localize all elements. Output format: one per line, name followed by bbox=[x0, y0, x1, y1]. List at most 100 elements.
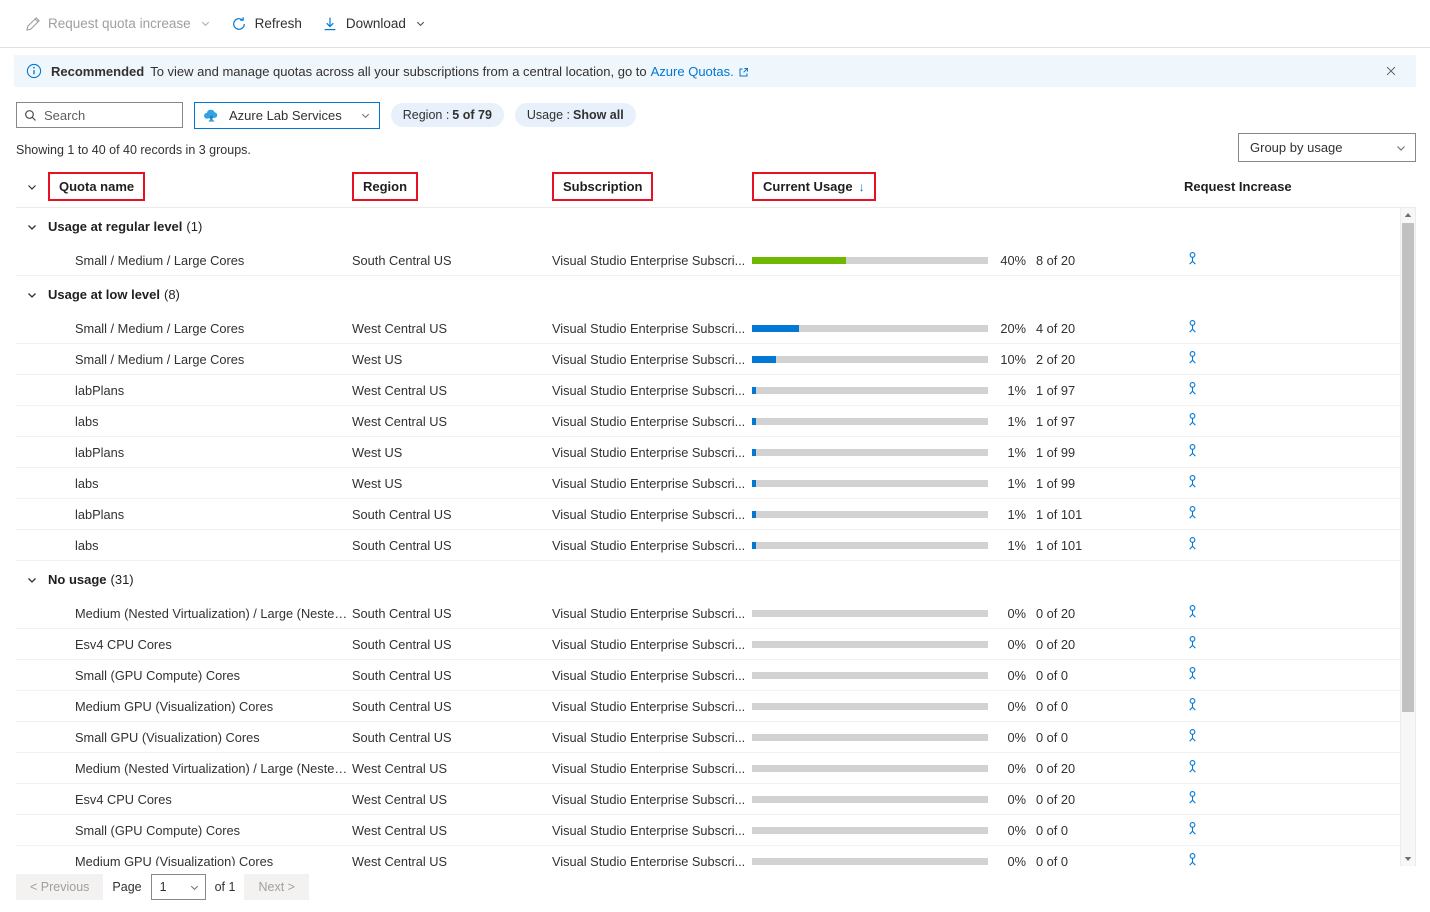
table-row[interactable]: Small / Medium / Large Cores West US Visua… bbox=[16, 344, 1415, 375]
cell-current-usage: 1% 1 of 101 bbox=[752, 507, 1184, 522]
page-label: Page bbox=[112, 880, 142, 894]
table-row[interactable]: labs South Central US Visual Studio Enterp… bbox=[16, 530, 1415, 561]
column-header-current-usage[interactable]: Current Usage ↓ bbox=[752, 172, 1184, 201]
table-row[interactable]: labPlans West US Visual Studio Enterprise … bbox=[16, 437, 1415, 468]
usage-percent: 0% bbox=[1007, 667, 1027, 683]
table-row[interactable]: Esv4 CPU Cores South Central US Visual Stu… bbox=[16, 629, 1415, 660]
group-collapse-chevron[interactable] bbox=[16, 574, 48, 586]
cell-current-usage: 0% 0 of 20 bbox=[752, 761, 1184, 776]
group-header-row[interactable]: Usage at low level (8) bbox=[16, 276, 1415, 313]
usage-progress-bar bbox=[752, 795, 988, 803]
column-header-subscription[interactable]: Subscription bbox=[552, 172, 752, 201]
provider-dropdown[interactable]: Azure Lab Services bbox=[194, 101, 380, 129]
cell-quota-name: Medium (Nested Virtualization) / Large (… bbox=[75, 605, 352, 621]
group-header-row[interactable]: Usage at regular level (1) bbox=[16, 208, 1415, 245]
download-button[interactable]: Download bbox=[314, 8, 434, 40]
table-row[interactable]: Esv4 CPU Cores West Central US Visual Stud… bbox=[16, 784, 1415, 815]
cell-region: South Central US bbox=[352, 252, 452, 268]
cell-current-usage: 0% 0 of 0 bbox=[752, 730, 1184, 745]
group-collapse-chevron[interactable] bbox=[16, 289, 48, 301]
request-increase-icon[interactable] bbox=[1184, 605, 1201, 623]
region-filter-value: 5 of 79 bbox=[452, 108, 492, 122]
request-increase-icon[interactable] bbox=[1184, 636, 1201, 654]
table-row[interactable]: Medium GPU (Visualization) Cores South Ce… bbox=[16, 691, 1415, 722]
cell-quota-name: labs bbox=[75, 537, 99, 553]
request-increase-icon[interactable] bbox=[1184, 475, 1201, 493]
request-quota-increase-button[interactable]: Request quota increase bbox=[16, 8, 219, 40]
request-increase-icon[interactable] bbox=[1184, 760, 1201, 778]
table-row[interactable]: Small (GPU Compute) Cores West Central US… bbox=[16, 815, 1415, 846]
page-number-select[interactable]: 1 bbox=[150, 874, 206, 900]
request-increase-icon[interactable] bbox=[1184, 729, 1201, 747]
table-row[interactable]: labPlans West Central US Visual Studio Ent… bbox=[16, 375, 1415, 406]
table-row[interactable]: Small / Medium / Large Cores West Central… bbox=[16, 313, 1415, 344]
scroll-down-arrow[interactable] bbox=[1401, 852, 1415, 866]
request-increase-icon[interactable] bbox=[1184, 444, 1201, 462]
usage-percent: 1% bbox=[1007, 537, 1027, 553]
banner-title: Recommended bbox=[51, 63, 145, 79]
cell-region: South Central US bbox=[352, 698, 452, 714]
group-by-dropdown[interactable]: Group by usage bbox=[1238, 133, 1416, 162]
provider-label: Azure Lab Services bbox=[229, 107, 342, 123]
cell-region: West US bbox=[352, 444, 403, 460]
cell-quota-name: Small / Medium / Large Cores bbox=[75, 320, 245, 336]
previous-page-button[interactable]: < Previous bbox=[16, 874, 104, 900]
next-page-button[interactable]: Next > bbox=[244, 874, 309, 900]
scroll-up-arrow[interactable] bbox=[1401, 208, 1415, 222]
column-header-quota-name[interactable]: Quota name bbox=[48, 172, 352, 201]
vertical-scrollbar[interactable] bbox=[1400, 208, 1415, 866]
request-increase-icon[interactable] bbox=[1184, 382, 1201, 400]
request-increase-icon[interactable] bbox=[1184, 351, 1201, 369]
azure-quotas-link[interactable]: Azure Quotas. bbox=[651, 64, 734, 79]
cell-current-usage: 20% 4 of 20 bbox=[752, 321, 1184, 336]
usage-ratio: 8 of 20 bbox=[1036, 252, 1076, 268]
table-row[interactable]: Small (GPU Compute) Cores South Central U… bbox=[16, 660, 1415, 691]
request-increase-icon[interactable] bbox=[1184, 853, 1201, 866]
request-increase-icon[interactable] bbox=[1184, 791, 1201, 809]
request-increase-icon[interactable] bbox=[1184, 667, 1201, 685]
request-increase-icon[interactable] bbox=[1184, 252, 1201, 270]
request-increase-icon[interactable] bbox=[1184, 506, 1201, 524]
usage-progress-bar bbox=[752, 510, 988, 518]
cell-quota-name: Medium (Nested Virtualization) / Large (… bbox=[75, 760, 352, 776]
cell-current-usage: 0% 0 of 20 bbox=[752, 606, 1184, 621]
group-header-row[interactable]: No usage (31) bbox=[16, 561, 1415, 598]
cell-subscription: Visual Studio Enterprise Subscri... bbox=[552, 853, 746, 867]
table-row[interactable]: Medium (Nested Virtualization) / Large (… bbox=[16, 753, 1415, 784]
cell-request-increase bbox=[1184, 665, 1415, 685]
group-collapse-chevron[interactable] bbox=[16, 221, 48, 233]
request-increase-icon[interactable] bbox=[1184, 320, 1201, 338]
table-row[interactable]: labs West Central US Visual Studio Enterpr… bbox=[16, 406, 1415, 437]
usage-percent: 40% bbox=[1000, 252, 1026, 268]
usage-filter-pill[interactable]: Usage : Show all bbox=[514, 103, 636, 127]
search-box[interactable] bbox=[16, 102, 183, 128]
table-row[interactable]: Small GPU (Visualization) Cores South Cen… bbox=[16, 722, 1415, 753]
column-header-region[interactable]: Region bbox=[352, 172, 552, 201]
cell-quota-name: labs bbox=[75, 413, 99, 429]
usage-progress-fill bbox=[752, 324, 800, 332]
search-input[interactable] bbox=[44, 107, 175, 123]
request-increase-icon[interactable] bbox=[1184, 822, 1201, 840]
refresh-button[interactable]: Refresh bbox=[223, 8, 310, 40]
scrollbar-thumb[interactable] bbox=[1402, 223, 1414, 712]
table-row[interactable]: labs West US Visual Studio Enterprise Subs… bbox=[16, 468, 1415, 499]
table-row[interactable]: Medium GPU (Visualization) Cores West Cen… bbox=[16, 846, 1415, 866]
usage-ratio: 0 of 20 bbox=[1036, 636, 1076, 652]
usage-progress-bar bbox=[752, 702, 988, 710]
close-icon[interactable] bbox=[1376, 56, 1406, 86]
cell-quota-name: labs bbox=[75, 475, 99, 491]
region-filter-label: Region : bbox=[402, 108, 450, 122]
usage-progress-fill bbox=[752, 417, 756, 425]
table-row[interactable]: labPlans South Central US Visual Studio En… bbox=[16, 499, 1415, 530]
select-all-chevron[interactable] bbox=[16, 181, 48, 193]
region-filter-pill[interactable]: Region : 5 of 79 bbox=[390, 103, 504, 127]
request-increase-icon[interactable] bbox=[1184, 698, 1201, 716]
usage-progress-bar bbox=[752, 417, 988, 425]
request-increase-icon[interactable] bbox=[1184, 413, 1201, 431]
usage-ratio: 0 of 0 bbox=[1036, 698, 1069, 714]
cell-region: West Central US bbox=[352, 760, 448, 776]
group-count: (31) bbox=[110, 572, 134, 587]
table-row[interactable]: Medium (Nested Virtualization) / Large (… bbox=[16, 598, 1415, 629]
request-increase-icon[interactable] bbox=[1184, 537, 1201, 555]
table-row[interactable]: Small / Medium / Large Cores South Centra… bbox=[16, 245, 1415, 276]
